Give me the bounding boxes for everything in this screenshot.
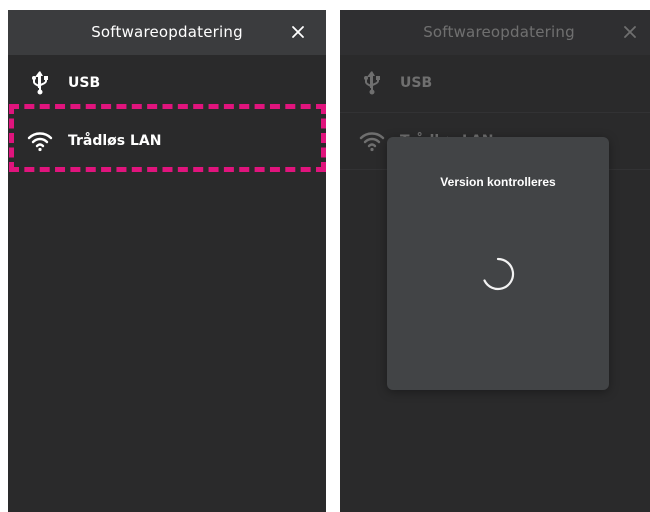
usb-icon <box>32 71 48 95</box>
loading-spinner-icon <box>483 257 515 291</box>
wifi-icon <box>27 132 53 152</box>
menu-item-label: USB <box>400 75 433 91</box>
menu-item-usb[interactable]: USB <box>8 55 326 112</box>
menu-item-wireless-lan[interactable]: Trådløs LAN <box>8 112 326 169</box>
dialog-title: Version kontrolleres <box>440 175 556 189</box>
close-icon[interactable] <box>288 22 308 42</box>
usb-icon <box>364 71 380 95</box>
header: Softwareopdatering <box>8 10 326 55</box>
canvas: Softwareopdatering USB Trådløs LAN Softw… <box>0 0 650 512</box>
menu-item-label: Trådløs LAN <box>68 133 162 149</box>
close-icon <box>624 26 636 38</box>
right-screen: Softwareopdatering USB Version kontrolle… <box>340 10 650 512</box>
left-screen: Softwareopdatering USB Trådløs LAN <box>8 10 326 512</box>
page-title: Softwareopdatering <box>423 23 575 41</box>
menu-item-usb: USB <box>340 55 650 112</box>
page-title: Softwareopdatering <box>91 23 243 41</box>
wifi-icon <box>359 132 385 152</box>
version-check-dialog: Version kontrolleres <box>387 137 609 390</box>
menu-item-label: USB <box>68 75 101 91</box>
header: Softwareopdatering <box>340 10 650 55</box>
